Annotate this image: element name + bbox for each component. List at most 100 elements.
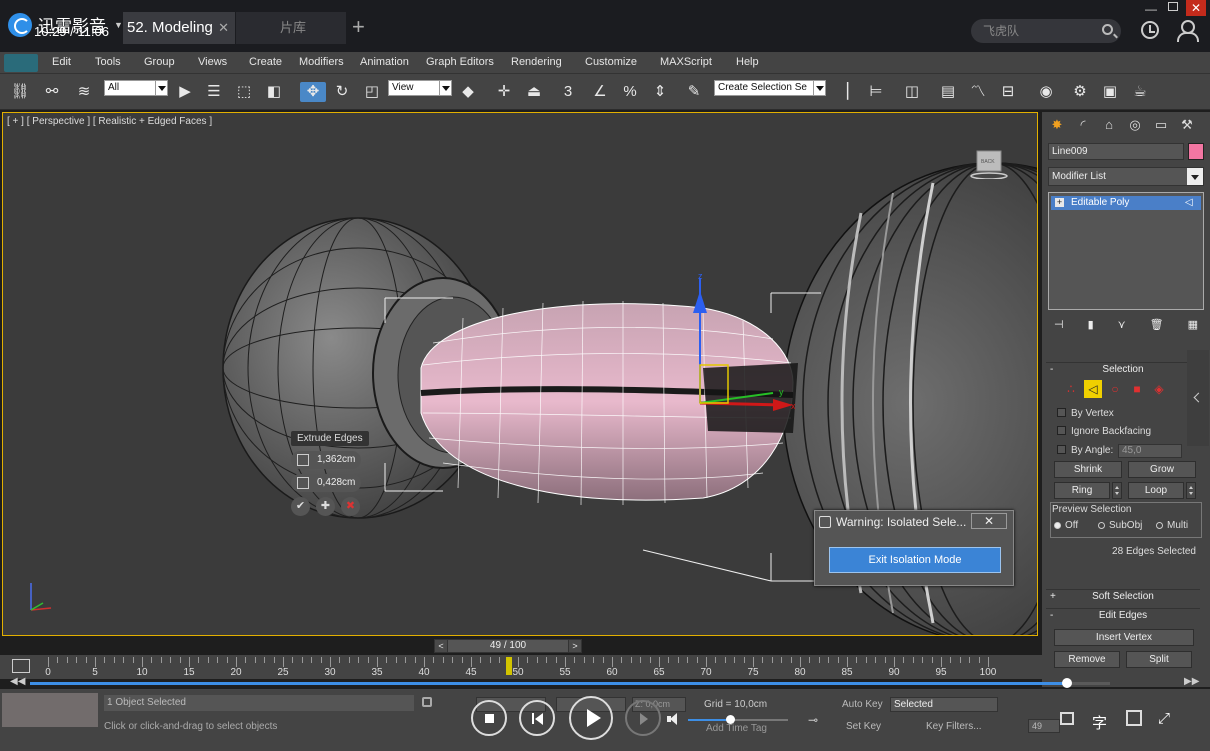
element-level-icon[interactable]: ◈ bbox=[1150, 380, 1168, 398]
selection-filter-dropdown[interactable]: All bbox=[104, 80, 168, 96]
manipulate-icon[interactable]: ✛ bbox=[494, 82, 514, 102]
video-progress-knob[interactable] bbox=[1061, 678, 1072, 688]
menu-group[interactable]: Group bbox=[144, 56, 175, 68]
mirror-icon[interactable]: ⎥ bbox=[836, 82, 856, 102]
set-key-button[interactable]: Set Key bbox=[846, 721, 881, 732]
subtitle-icon[interactable]: 字 bbox=[1092, 712, 1107, 733]
ring-button[interactable]: Ring bbox=[1054, 482, 1110, 499]
angle-snap-icon[interactable]: ∠ bbox=[590, 82, 610, 102]
lock-icon[interactable] bbox=[422, 697, 432, 707]
key-mode-dropdown[interactable]: Selected bbox=[890, 697, 998, 712]
extrude-height-field[interactable]: 1,362cm bbox=[291, 451, 361, 469]
extrude-width-field[interactable]: 0,428cm bbox=[291, 474, 361, 492]
split-button[interactable]: Split bbox=[1126, 651, 1192, 668]
rect-region-icon[interactable]: ⬚ bbox=[234, 82, 254, 102]
menu-help[interactable]: Help bbox=[736, 56, 759, 68]
minimize-icon[interactable]: — bbox=[1145, 2, 1157, 16]
preview-subobj-radio[interactable]: SubObj bbox=[1098, 520, 1142, 531]
mini-curve-editor-icon[interactable] bbox=[12, 659, 30, 673]
user-icon[interactable] bbox=[1177, 20, 1199, 42]
menu-customize[interactable]: Customize bbox=[585, 56, 637, 68]
snap-icon[interactable]: 3 bbox=[558, 82, 578, 102]
configure-sets-icon[interactable]: ▦ bbox=[1188, 318, 1198, 336]
tab-modeling[interactable]: 52. Modeling ✕ bbox=[123, 12, 235, 44]
exit-isolation-button[interactable]: Exit Isolation Mode bbox=[829, 547, 1001, 573]
hierarchy-tab-icon[interactable]: ⌂ bbox=[1098, 114, 1120, 136]
rotate-icon[interactable]: ↻ bbox=[332, 82, 352, 102]
edge-level-icon[interactable]: ◁ bbox=[1084, 380, 1102, 398]
unlink-icon[interactable]: ⚯ bbox=[42, 82, 62, 102]
insert-vertex-button[interactable]: Insert Vertex bbox=[1054, 629, 1194, 646]
maximize-icon[interactable] bbox=[1168, 2, 1178, 11]
object-color-swatch[interactable] bbox=[1188, 143, 1204, 160]
align-icon[interactable]: ⊨ bbox=[866, 82, 886, 102]
picture-in-picture-icon[interactable] bbox=[1126, 710, 1142, 726]
cancel-icon[interactable]: ✖ bbox=[341, 497, 360, 516]
make-unique-icon[interactable]: ⋎ bbox=[1118, 318, 1126, 336]
search-input[interactable]: 飞虎队 bbox=[971, 19, 1121, 43]
key-icon[interactable]: ⊸ bbox=[808, 713, 818, 727]
scale-icon[interactable]: ◰ bbox=[362, 82, 382, 102]
create-tab-icon[interactable]: ✸ bbox=[1046, 114, 1068, 136]
search-icon[interactable] bbox=[1102, 24, 1113, 35]
spinner-snap-icon[interactable]: ⇕ bbox=[650, 82, 670, 102]
ok-icon[interactable]: ✔ bbox=[291, 497, 310, 516]
tab-library[interactable]: 片库 bbox=[236, 12, 346, 44]
move-icon[interactable]: ✥ bbox=[300, 82, 326, 102]
soft-selection-rollout-header[interactable]: + Soft Selection bbox=[1046, 589, 1200, 603]
by-angle-checkbox[interactable]: By Angle: bbox=[1057, 445, 1113, 456]
preview-multi-radio[interactable]: Multi bbox=[1156, 520, 1188, 531]
menu-rendering[interactable]: Rendering bbox=[511, 56, 562, 68]
skip-forward-icon[interactable]: ▶▶ bbox=[1184, 676, 1199, 687]
time-slider[interactable]: < 49 / 100 > bbox=[434, 639, 582, 653]
border-level-icon[interactable]: ○ bbox=[1106, 380, 1124, 398]
ring-spinner[interactable] bbox=[1112, 482, 1122, 499]
object-name-input[interactable]: Line009 bbox=[1048, 143, 1184, 160]
previous-button[interactable] bbox=[519, 700, 555, 736]
selection-rollout-header[interactable]: - Selection bbox=[1046, 362, 1200, 376]
play-button[interactable] bbox=[569, 696, 613, 740]
video-progress-bar[interactable] bbox=[30, 678, 1110, 688]
auto-key-button[interactable]: Auto Key bbox=[842, 699, 883, 710]
edit-named-sel-icon[interactable]: ✎ bbox=[684, 82, 704, 102]
link-icon[interactable]: ⛓ bbox=[10, 82, 30, 102]
loop-spinner[interactable] bbox=[1186, 482, 1196, 499]
modify-tab-icon[interactable]: ◜ bbox=[1072, 114, 1094, 136]
angle-input[interactable]: 45,0 bbox=[1118, 444, 1182, 458]
shrink-button[interactable]: Shrink bbox=[1054, 461, 1122, 478]
stop-button[interactable] bbox=[471, 700, 507, 736]
expand-icon[interactable]: + bbox=[1055, 198, 1064, 207]
menu-animation[interactable]: Animation bbox=[360, 56, 409, 68]
edit-edges-rollout-header[interactable]: - Edit Edges bbox=[1046, 608, 1200, 622]
fullscreen-icon[interactable]: ⤢ bbox=[1158, 710, 1170, 727]
pin-stack-icon[interactable]: ⊣ bbox=[1054, 318, 1064, 336]
curve-editor-icon[interactable]: 〽 bbox=[968, 82, 988, 102]
by-vertex-checkbox[interactable]: By Vertex bbox=[1057, 408, 1114, 419]
vertex-level-icon[interactable]: ∴ bbox=[1062, 380, 1080, 398]
dialog-close-button[interactable]: ✕ bbox=[971, 513, 1007, 529]
material-editor-icon[interactable]: ◉ bbox=[1036, 82, 1056, 102]
track-bar[interactable]: 0 5 10 15 20 25 30 35 40 45 50 55 60 65 70 75 80 85 90 95 10… bbox=[0, 655, 1042, 679]
next-frame-icon[interactable]: > bbox=[568, 639, 582, 653]
select-by-name-icon[interactable]: ☰ bbox=[204, 82, 224, 102]
history-icon[interactable] bbox=[1141, 21, 1159, 39]
ref-coord-dropdown[interactable]: View bbox=[388, 80, 452, 96]
add-tab-icon[interactable]: + bbox=[352, 14, 365, 40]
remove-modifier-icon[interactable]: 🗑 bbox=[1150, 318, 1164, 336]
window-crossing-icon[interactable]: ◧ bbox=[264, 82, 284, 102]
prev-frame-icon[interactable]: < bbox=[434, 639, 448, 653]
select-object-icon[interactable]: ▶ bbox=[175, 82, 195, 102]
window-close-icon[interactable]: ✕ bbox=[1186, 0, 1206, 16]
close-icon[interactable]: ✕ bbox=[218, 12, 229, 44]
render-icon[interactable]: ☕ bbox=[1130, 82, 1150, 102]
schematic-icon[interactable]: ⊟ bbox=[998, 82, 1018, 102]
ignore-backfacing-checkbox[interactable]: Ignore Backfacing bbox=[1057, 426, 1151, 437]
menu-views[interactable]: Views bbox=[198, 56, 227, 68]
scene-explorer-icon[interactable]: ▤ bbox=[938, 82, 958, 102]
polygon-level-icon[interactable]: ■ bbox=[1128, 380, 1146, 398]
menu-create[interactable]: Create bbox=[249, 56, 282, 68]
menu-maxscript[interactable]: MAXScript bbox=[660, 56, 712, 68]
viewcube[interactable]: BACK bbox=[969, 149, 1009, 179]
display-tab-icon[interactable]: ▭ bbox=[1150, 114, 1172, 136]
keyboard-shortcut-icon[interactable]: ⏏ bbox=[524, 82, 544, 102]
